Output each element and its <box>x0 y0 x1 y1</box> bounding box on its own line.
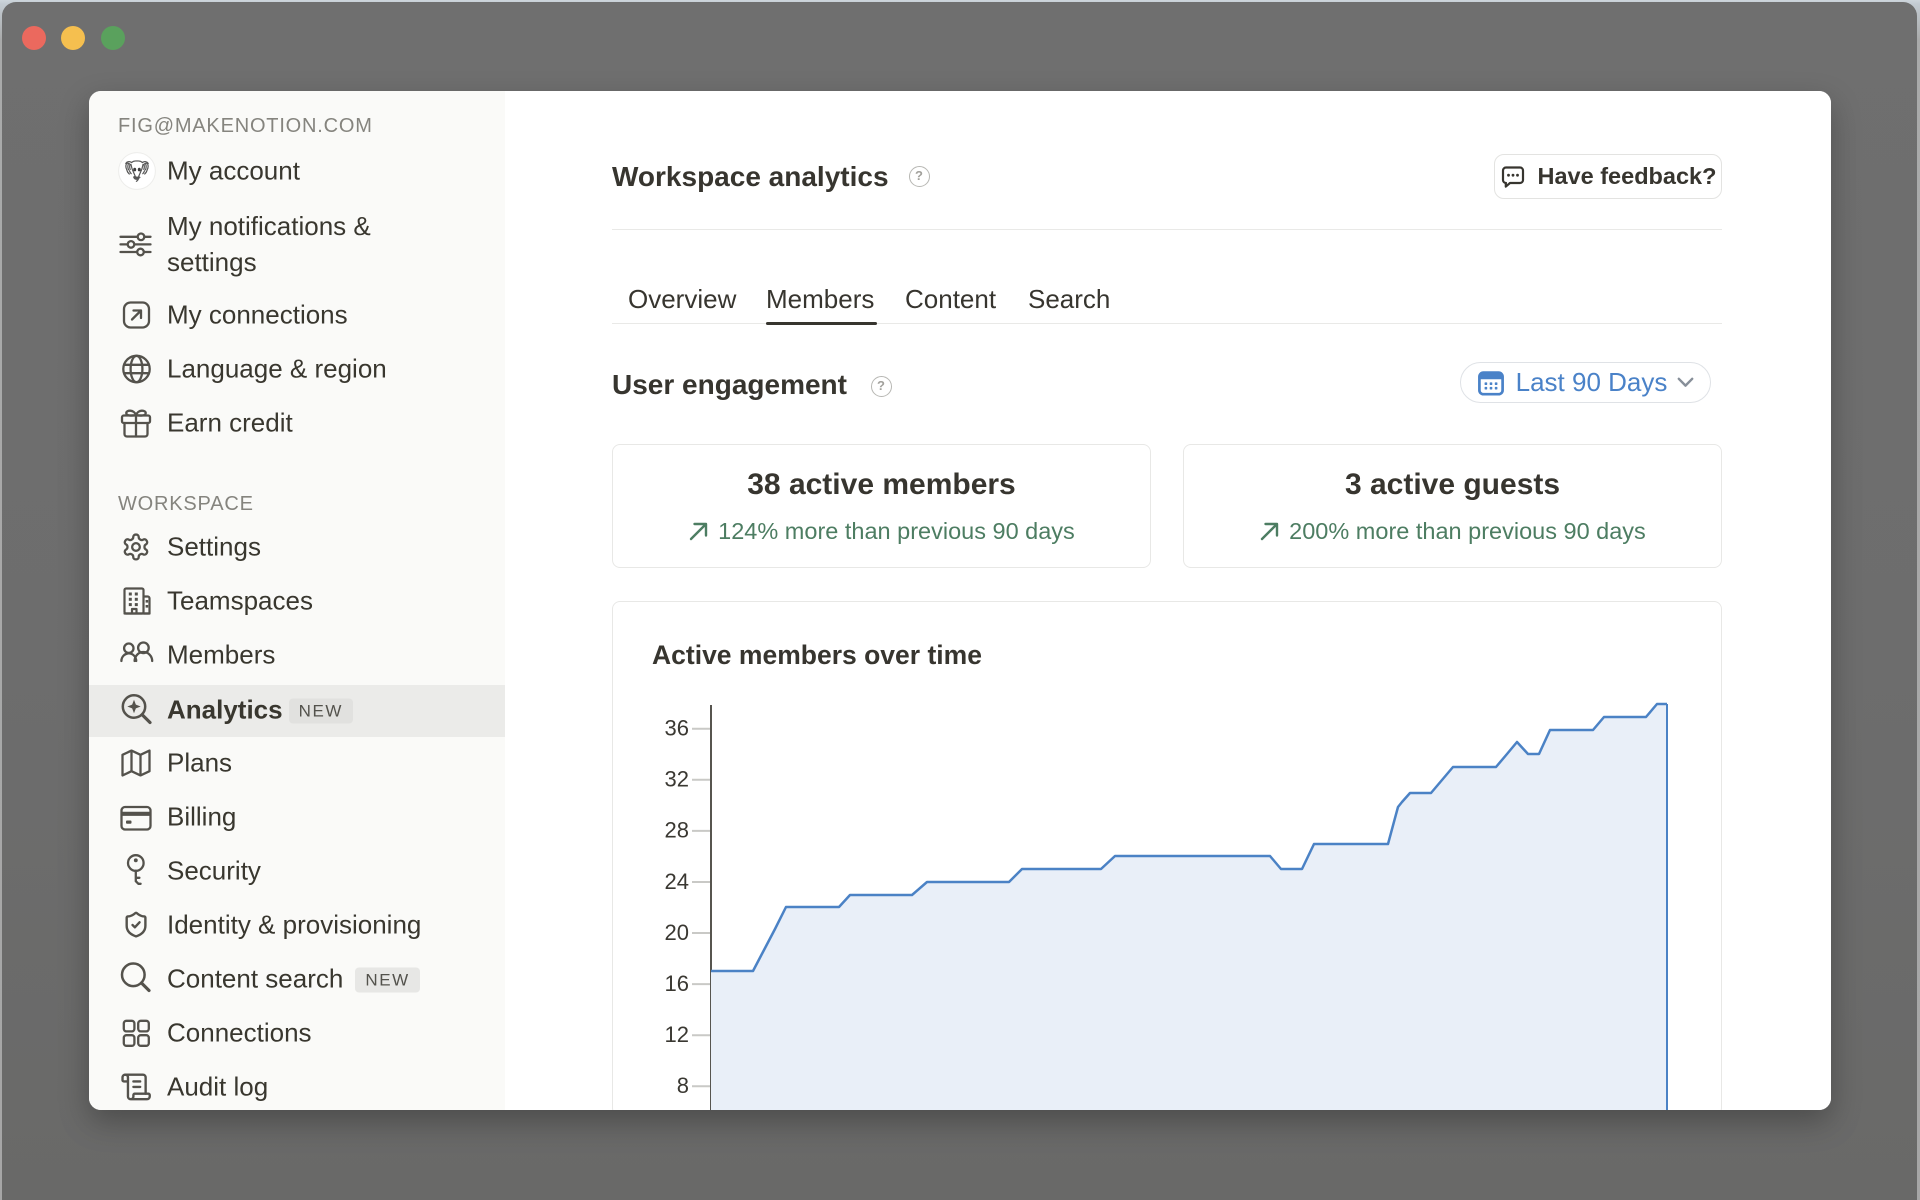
svg-text:16: 16 <box>665 971 689 996</box>
svg-text:36: 36 <box>665 716 689 741</box>
svg-text:32: 32 <box>665 767 689 792</box>
svg-text:20: 20 <box>665 920 689 945</box>
svg-text:24: 24 <box>665 869 689 894</box>
svg-text:28: 28 <box>665 818 689 843</box>
svg-text:8: 8 <box>677 1073 689 1098</box>
svg-text:12: 12 <box>665 1022 689 1047</box>
